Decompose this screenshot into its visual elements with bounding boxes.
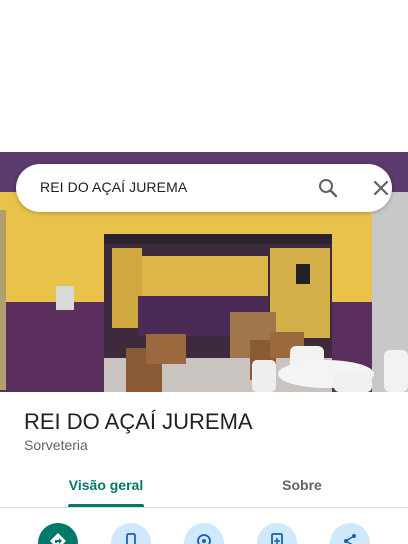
add-document-icon bbox=[271, 533, 283, 544]
tab-about[interactable]: Sobre bbox=[262, 466, 342, 508]
search-bar[interactable]: REI DO AÇAÍ JUREMA bbox=[16, 164, 392, 212]
call-button[interactable] bbox=[111, 523, 151, 544]
close-icon[interactable] bbox=[369, 176, 393, 200]
search-icon[interactable] bbox=[316, 176, 340, 200]
tab-overview[interactable]: Visão geral bbox=[64, 466, 148, 508]
active-tab-indicator bbox=[68, 504, 144, 507]
place-category: Sorveteria bbox=[24, 437, 88, 453]
tab-bar: Visão geral Sobre bbox=[0, 466, 408, 508]
add-button[interactable] bbox=[257, 523, 297, 544]
location-icon bbox=[197, 534, 211, 544]
location-button[interactable] bbox=[184, 523, 224, 544]
search-query-text[interactable]: REI DO AÇAÍ JUREMA bbox=[40, 179, 187, 195]
directions-icon bbox=[50, 533, 66, 544]
share-button[interactable] bbox=[330, 523, 370, 544]
phone-icon bbox=[126, 533, 136, 544]
directions-button[interactable] bbox=[38, 523, 78, 544]
share-icon bbox=[344, 534, 356, 544]
place-name: REI DO AÇAÍ JUREMA bbox=[24, 409, 253, 434]
